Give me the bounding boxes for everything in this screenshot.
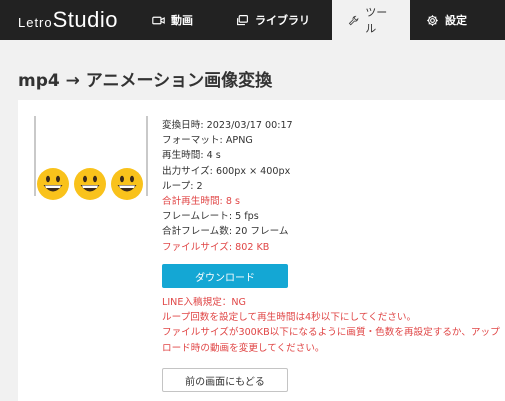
conversion-details: 変換日時: 2023/03/17 00:17 フォーマット: APNG 再生時間… [162, 118, 293, 255]
grinning-face-icon [74, 168, 106, 200]
nav-tab-tool[interactable]: ツール [332, 0, 410, 40]
page-title: mp4 → アニメーション画像変換 [18, 71, 273, 91]
line-compliance-warning: LINE入稿規定：NG ループ回数を設定して再生時間は4秒以下にしてください。 … [162, 295, 502, 356]
detail-format: フォーマット: APNG [162, 135, 253, 147]
preview-frame-edge [146, 116, 148, 196]
detail-total-duration: 合計再生時間: 8 s [162, 195, 240, 207]
nav-tab-label: 動画 [171, 14, 193, 27]
detail-file-size: ファイルサイズ: 802 KB [162, 241, 270, 253]
detail-converted-at: 変換日時: 2023/03/17 00:17 [162, 120, 293, 131]
logo-prefix: Letro [17, 14, 53, 30]
detail-duration: 再生時間: 4 s [162, 150, 221, 162]
detail-output-size: 出力サイズ: 600px × 400px [162, 165, 291, 177]
nav-tab-video[interactable]: 動画 [136, 0, 220, 40]
wrench-icon [348, 15, 359, 25]
download-button[interactable]: ダウンロード [162, 264, 288, 288]
video-icon [152, 16, 165, 24]
logo-main: Studio [52, 7, 119, 32]
gear-icon [427, 14, 438, 26]
nav-tab-label: 設定 [445, 14, 467, 27]
detail-loop: ループ: 2 [162, 180, 203, 192]
nav-tab-settings[interactable]: 設定 [410, 0, 502, 40]
back-button[interactable]: 前の画面にもどる [162, 368, 288, 392]
nav-tab-label: ツール [365, 6, 388, 35]
conversion-result-card: 変換日時: 2023/03/17 00:17 フォーマット: APNG 再生時間… [18, 100, 505, 401]
detail-frame-rate: フレームレート: 5 fps [162, 211, 259, 223]
grinning-face-icon [111, 168, 143, 200]
top-nav-bar: Letro Studio 動画 ライブラリ ツール 設定 [0, 0, 505, 40]
warning-status: LINE入稿規定：NG [162, 297, 246, 308]
detail-frame-count: 合計フレーム数: 20 フレーム [162, 226, 289, 238]
app-logo[interactable]: Letro Studio [0, 0, 136, 40]
library-icon [237, 14, 248, 25]
warning-duration: ループ回数を設定して再生時間は4秒以下にしてください。 [162, 312, 417, 324]
nav-tab-library[interactable]: ライブラリ [220, 0, 332, 40]
nav-tab-label: ライブラリ [255, 14, 310, 27]
animation-preview [34, 116, 148, 200]
warning-file-size: ファイルサイズが300KB以下になるように画質・色数を再設定するか、アップロード… [162, 327, 500, 354]
grinning-face-icon [37, 168, 69, 200]
